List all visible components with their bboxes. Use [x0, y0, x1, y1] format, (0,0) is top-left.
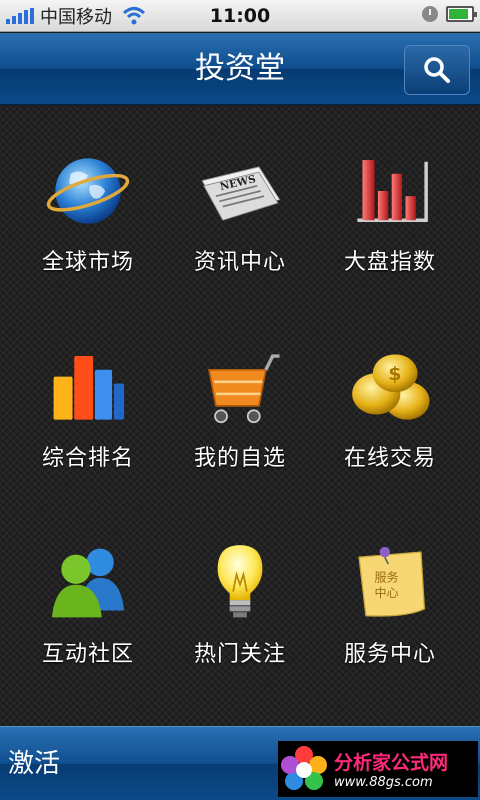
tile-global-market[interactable]: 全球市场: [13, 106, 163, 276]
status-bar: 中国移动 11:00: [0, 0, 480, 32]
sticky-note-icon: 服务 中心: [358, 546, 426, 617]
gold-coins-icon: $: [352, 354, 430, 420]
carrier-name: 中国移动: [40, 6, 112, 28]
tile-online-trading[interactable]: $ 在线交易: [315, 302, 465, 472]
battery-level: [449, 9, 468, 19]
alarm-clock-icon: [422, 6, 438, 22]
ranking-bars-icon: [53, 356, 125, 420]
tile-ranking[interactable]: 综合排名: [13, 302, 163, 472]
wifi-icon: [122, 6, 146, 24]
tile-label: 在线交易: [343, 446, 436, 471]
flower-logo-icon: [281, 746, 327, 790]
newspaper-icon: NEWS: [201, 166, 281, 221]
tile-label: 大盘指数: [343, 250, 436, 275]
activate-button[interactable]: 激活: [8, 727, 60, 800]
bottom-bar: 激活 分析家公式网 www.88gs.com: [0, 726, 480, 800]
watermark-logo: 分析家公式网 www.88gs.com: [278, 741, 478, 797]
watermark-url: www.88gs.com: [334, 775, 433, 790]
globe-icon: [46, 158, 130, 224]
tile-label: 互动社区: [41, 642, 134, 667]
tile-label: 服务中心: [343, 642, 436, 667]
tile-service-center[interactable]: 服务 中心 服务中心: [315, 498, 465, 668]
tile-market-index[interactable]: 大盘指数: [315, 106, 465, 276]
community-users-icon: [51, 548, 125, 618]
tile-news-center[interactable]: NEWS 资讯中心: [165, 106, 315, 276]
shopping-cart-icon: [208, 354, 280, 424]
sticky-note-text-1: 服务: [375, 569, 399, 584]
battery-icon: [446, 6, 477, 22]
search-icon: [424, 57, 450, 83]
light-bulb-icon: [217, 545, 263, 618]
tile-label: 资讯中心: [193, 250, 286, 275]
tile-label: 全球市场: [41, 250, 134, 275]
sticky-note-text-2: 中心: [375, 585, 399, 600]
app-header: 投资堂: [0, 33, 480, 105]
search-button[interactable]: [404, 45, 470, 95]
watermark-title: 分析家公式网: [334, 752, 449, 774]
svg-text:$: $: [388, 363, 401, 385]
tile-community[interactable]: 互动社区: [13, 498, 163, 668]
feature-grid: 全球市场 NEWS 资讯中心 大盘指数 综合排名 我的自选 $ 在线交易 互动社…: [0, 106, 480, 726]
tile-hot-topics[interactable]: 热门关注: [165, 498, 315, 668]
tile-label: 热门关注: [193, 642, 286, 667]
signal-strength-icon: [6, 7, 34, 24]
bar-chart-icon: [357, 160, 428, 222]
tile-my-watchlist[interactable]: 我的自选: [165, 302, 315, 472]
tile-label: 我的自选: [193, 446, 286, 471]
tile-label: 综合排名: [41, 446, 134, 471]
